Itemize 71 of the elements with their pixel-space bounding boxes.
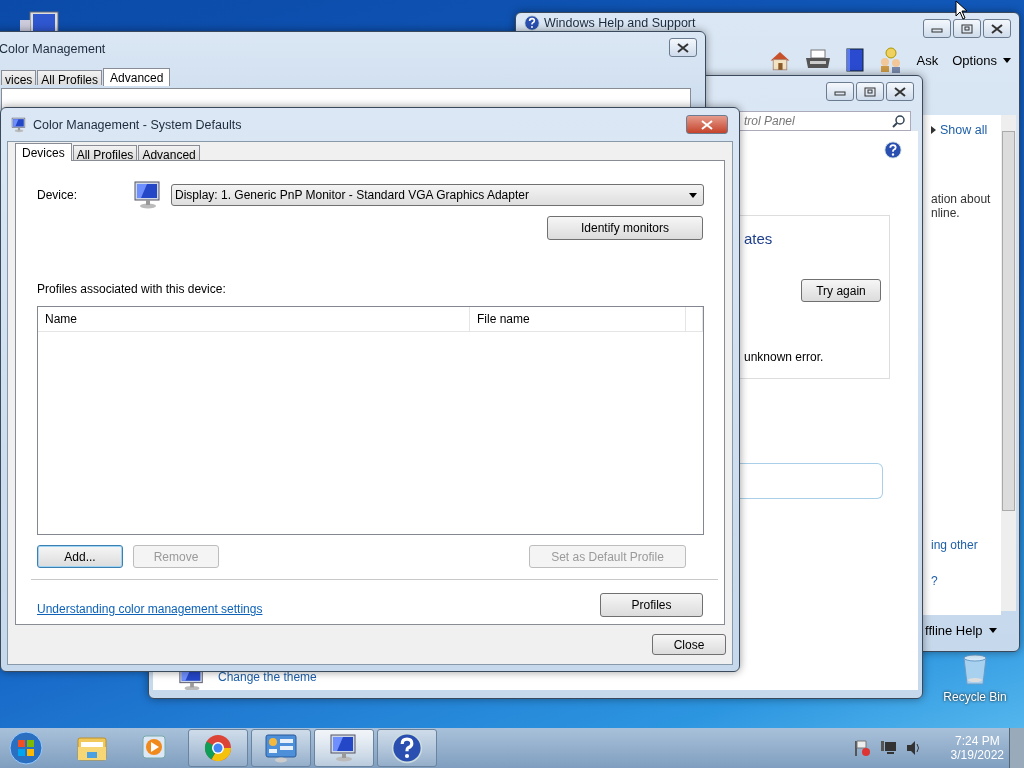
help-text: nline. bbox=[931, 206, 961, 220]
options-menu[interactable]: Options bbox=[952, 52, 1011, 68]
help-icon bbox=[524, 15, 540, 31]
monitor-icon bbox=[133, 180, 163, 210]
show-all-link[interactable]: Show all bbox=[931, 123, 1001, 137]
help-link[interactable]: ? bbox=[931, 574, 1001, 588]
close-icon bbox=[894, 86, 906, 97]
scrollbar[interactable] bbox=[1001, 115, 1016, 611]
window-title: Windows Help and Support bbox=[544, 16, 696, 30]
close-button[interactable] bbox=[669, 38, 697, 57]
recycle-bin-icon[interactable] bbox=[960, 652, 990, 686]
triangle-icon bbox=[931, 126, 936, 134]
offline-help-menu[interactable]: ffline Help bbox=[925, 623, 997, 638]
start-button[interactable] bbox=[8, 730, 44, 766]
close-icon bbox=[991, 23, 1003, 34]
network-icon[interactable] bbox=[878, 739, 897, 757]
show-desktop-button[interactable] bbox=[1009, 728, 1024, 768]
cursor-icon bbox=[955, 0, 969, 20]
help-icon[interactable] bbox=[884, 141, 902, 159]
section-heading: ates bbox=[744, 230, 774, 247]
ask-button[interactable]: Ask bbox=[916, 52, 939, 68]
help-link[interactable]: ing other bbox=[931, 538, 1001, 552]
profiles-label: Profiles associated with this device: bbox=[37, 282, 227, 296]
monitor-icon bbox=[329, 733, 359, 763]
profiles-list[interactable]: Name File name bbox=[37, 306, 704, 535]
caret-icon bbox=[1003, 57, 1011, 63]
monitor-icon bbox=[11, 116, 27, 133]
flag-icon[interactable] bbox=[852, 739, 871, 757]
window-title: Color Management bbox=[0, 42, 106, 56]
printer-icon[interactable] bbox=[804, 49, 831, 71]
book-icon[interactable] bbox=[844, 48, 865, 72]
folder-icon[interactable] bbox=[77, 734, 107, 762]
help-link[interactable]: Understanding color management settings bbox=[37, 594, 263, 616]
profiles-button[interactable]: Profiles bbox=[600, 593, 703, 617]
close-icon bbox=[677, 42, 689, 53]
tab[interactable]: Devices bbox=[15, 143, 72, 161]
device-dropdown[interactable]: Display: 1. Generic PnP Monitor - Standard VGA Graphics Adapter bbox=[171, 184, 704, 206]
column-header[interactable]: Name bbox=[38, 307, 470, 331]
search-icon bbox=[892, 114, 906, 128]
minimize-button[interactable] bbox=[923, 19, 951, 38]
identify-monitors-button[interactable]: Identify monitors bbox=[547, 216, 703, 240]
control-panel-icon[interactable] bbox=[265, 733, 297, 763]
help-icon[interactable] bbox=[391, 732, 423, 764]
tab[interactable]: All Profiles bbox=[72, 145, 138, 160]
close-button[interactable] bbox=[983, 19, 1011, 38]
tab[interactable]: Advanced bbox=[138, 145, 200, 160]
maximize-button[interactable] bbox=[856, 82, 884, 101]
maximize-icon bbox=[864, 86, 876, 97]
tab[interactable]: All Profiles bbox=[37, 70, 103, 85]
people-icon[interactable] bbox=[878, 47, 903, 73]
column-header[interactable]: File name bbox=[470, 307, 686, 331]
try-again-button[interactable]: Try again bbox=[801, 279, 881, 302]
tab[interactable]: vices bbox=[1, 70, 37, 85]
minimize-button[interactable] bbox=[826, 82, 854, 101]
close-button[interactable]: Close bbox=[652, 634, 726, 655]
help-text: ation about bbox=[931, 192, 992, 206]
device-label: Device: bbox=[37, 188, 78, 202]
house-icon[interactable] bbox=[768, 49, 791, 71]
play-icon[interactable] bbox=[141, 734, 169, 762]
maximize-icon bbox=[961, 23, 973, 34]
category-link[interactable]: Change the theme bbox=[218, 670, 317, 684]
maximize-button[interactable] bbox=[953, 19, 981, 38]
dropdown-arrow-icon bbox=[689, 192, 697, 198]
add-button[interactable]: Add... bbox=[37, 545, 123, 568]
tab[interactable]: Advanced bbox=[103, 68, 171, 86]
close-icon bbox=[701, 119, 713, 130]
caret-icon bbox=[988, 628, 997, 633]
browser-icon[interactable] bbox=[203, 733, 233, 763]
close-button[interactable] bbox=[886, 82, 914, 101]
window-title: Color Management - System Defaults bbox=[33, 117, 242, 132]
error-text: unknown error. bbox=[744, 350, 825, 364]
